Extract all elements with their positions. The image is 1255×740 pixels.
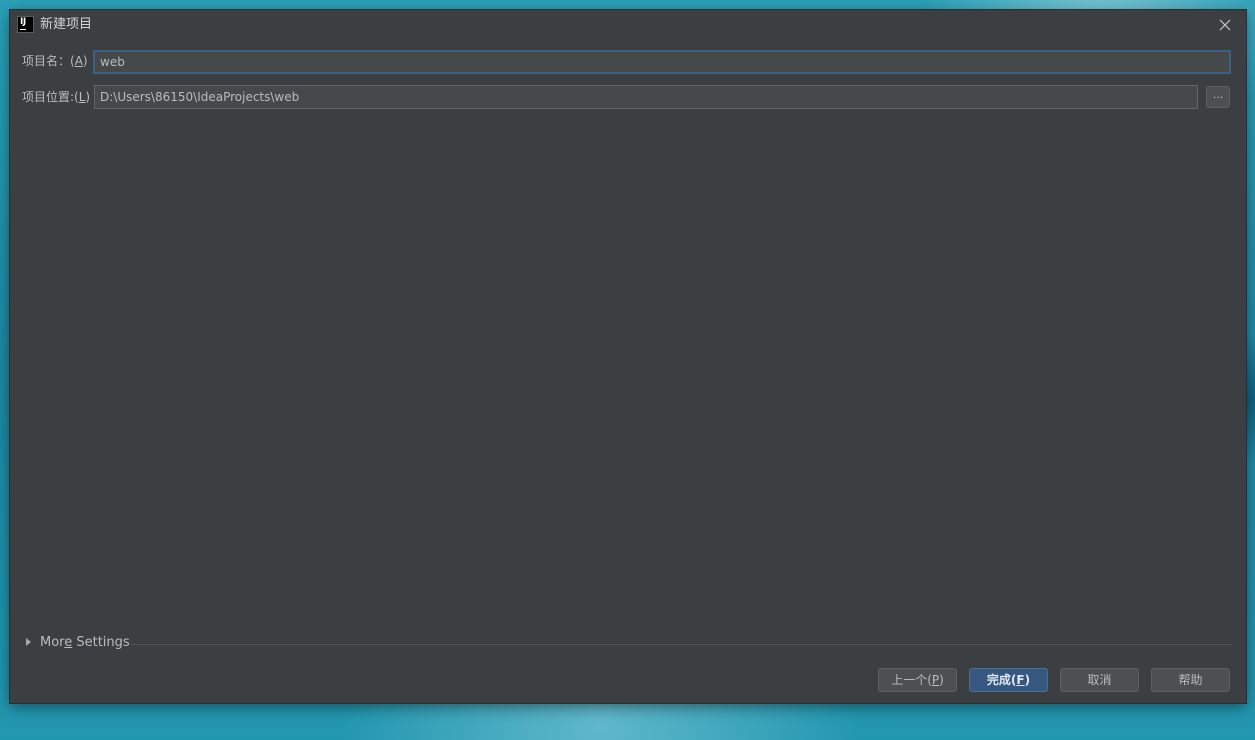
project-location-label-prefix: 项目位置:( xyxy=(22,90,79,104)
previous-button[interactable]: 上一个(P) xyxy=(878,668,957,692)
finish-button[interactable]: 完成(F) xyxy=(969,668,1048,692)
previous-button-prefix: 上一个( xyxy=(891,673,932,687)
cancel-button[interactable]: 取消 xyxy=(1060,668,1139,692)
more-settings-toggle[interactable]: More Settings xyxy=(26,635,130,653)
more-settings-label-prefix: Mor xyxy=(40,635,65,650)
more-settings-divider xyxy=(130,644,1233,645)
app-icon-text: IJ xyxy=(20,17,26,27)
finish-button-prefix: 完成( xyxy=(986,673,1017,687)
triangle-right-icon xyxy=(26,637,31,646)
more-settings-label-suffix: Settings xyxy=(72,635,130,650)
window-title: 新建项目 xyxy=(40,17,93,32)
project-name-label: 项目名：(A) xyxy=(22,53,88,69)
close-button[interactable] xyxy=(1216,16,1234,34)
project-location-input[interactable] xyxy=(94,85,1198,109)
title-bar: IJ 新建项目 xyxy=(10,10,1246,40)
project-name-label-prefix: 项目名：( xyxy=(22,54,75,68)
help-button[interactable]: 帮助 xyxy=(1151,668,1230,692)
project-name-input[interactable] xyxy=(94,51,1230,73)
project-name-label-suffix: ) xyxy=(82,54,88,68)
project-location-label-suffix: ) xyxy=(85,90,91,104)
close-icon xyxy=(1219,19,1231,31)
project-location-label: 项目位置:(L) xyxy=(22,89,90,105)
intellij-idea-icon: IJ xyxy=(18,17,33,32)
app-icon-underline xyxy=(20,29,26,30)
finish-button-mnemonic: F xyxy=(1016,673,1025,687)
more-settings-label: More Settings xyxy=(40,635,130,650)
new-project-dialog: IJ 新建项目 项目名：(A) 项目位置:(L) ... More Settin… xyxy=(10,10,1246,703)
project-name-label-mnemonic: A xyxy=(74,54,83,68)
finish-button-suffix: ) xyxy=(1024,673,1031,687)
browse-location-button[interactable]: ... xyxy=(1206,86,1230,108)
previous-button-suffix: ) xyxy=(939,673,944,687)
